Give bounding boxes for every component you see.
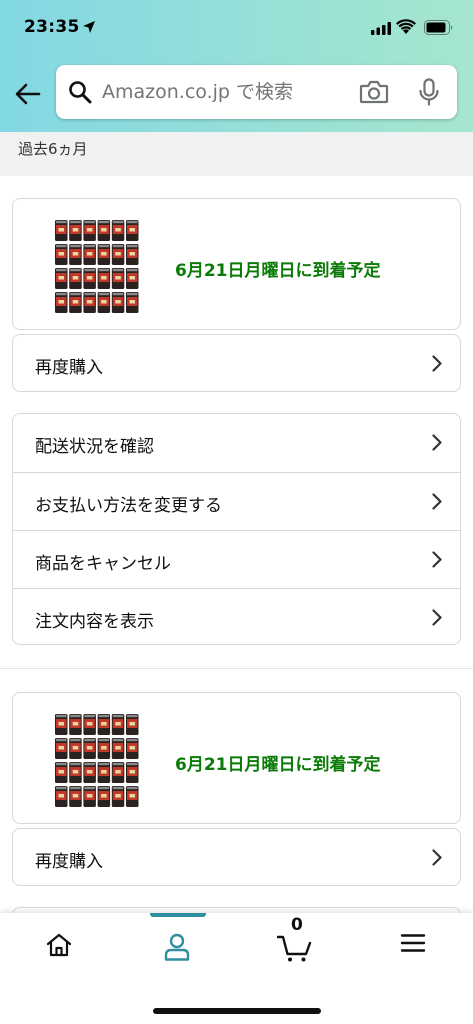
order-actions-group: 配送状況を確認 お支払い方法を変更する 商品をキャンセル 注文内容を表示	[12, 413, 461, 645]
person-icon	[164, 933, 190, 961]
back-arrow-icon	[15, 83, 41, 105]
chevron-right-icon	[432, 609, 442, 626]
cancel-items-label: 商品をキャンセル	[35, 554, 171, 574]
cellular-signal-icon	[371, 22, 391, 35]
battery-icon	[424, 20, 453, 35]
chevron-right-icon	[432, 551, 442, 568]
chevron-right-icon	[432, 849, 442, 866]
change-payment-button[interactable]: お支払い方法を変更する	[13, 472, 460, 530]
search-bar[interactable]	[56, 65, 457, 119]
status-time: 23:35	[24, 17, 80, 37]
menu-icon	[400, 934, 426, 952]
tab-home[interactable]	[0, 913, 118, 983]
buy-again-label: 再度購入	[35, 852, 103, 872]
delivery-status: 6月21日月曜日に到着予定	[175, 261, 381, 281]
wifi-icon	[396, 19, 416, 34]
change-payment-label: お支払い方法を変更する	[35, 496, 222, 516]
chevron-right-icon	[432, 355, 442, 372]
order-card[interactable]: 6月21日月曜日に到着予定	[12, 692, 461, 824]
track-package-label: 配送状況を確認	[35, 437, 154, 457]
home-indicator	[153, 1008, 321, 1014]
delivery-status: 6月21日月曜日に到着予定	[175, 755, 381, 775]
camera-icon[interactable]	[359, 79, 389, 105]
cancel-items-button[interactable]: 商品をキャンセル	[13, 530, 460, 588]
app-header: 23:35	[0, 0, 473, 132]
search-icon	[69, 81, 92, 104]
status-bar: 23:35	[0, 0, 473, 58]
buy-again-button[interactable]: 再度購入	[12, 828, 461, 886]
view-order-details-label: 注文内容を表示	[35, 612, 154, 632]
back-button[interactable]	[10, 76, 46, 112]
microphone-icon[interactable]	[418, 78, 440, 106]
search-input[interactable]	[102, 65, 352, 119]
cart-count-badge: 0	[291, 915, 303, 935]
section-divider	[0, 668, 473, 669]
home-icon	[46, 933, 72, 957]
cart-icon	[277, 935, 312, 962]
order-card[interactable]: 6月21日月曜日に到着予定	[12, 198, 461, 330]
buy-again-button[interactable]: 再度購入	[12, 334, 461, 392]
chevron-right-icon	[432, 493, 442, 510]
location-arrow-icon	[83, 21, 95, 33]
product-image	[55, 220, 139, 313]
track-package-button[interactable]: 配送状況を確認	[13, 414, 460, 472]
view-order-details-button[interactable]: 注文内容を表示	[13, 588, 460, 646]
period-filter-label[interactable]: 過去6ヵ月	[18, 138, 88, 159]
chevron-right-icon	[432, 434, 442, 451]
tab-account[interactable]	[118, 913, 236, 983]
product-image	[55, 714, 139, 807]
tab-menu[interactable]	[354, 913, 472, 983]
buy-again-label: 再度購入	[35, 358, 103, 378]
